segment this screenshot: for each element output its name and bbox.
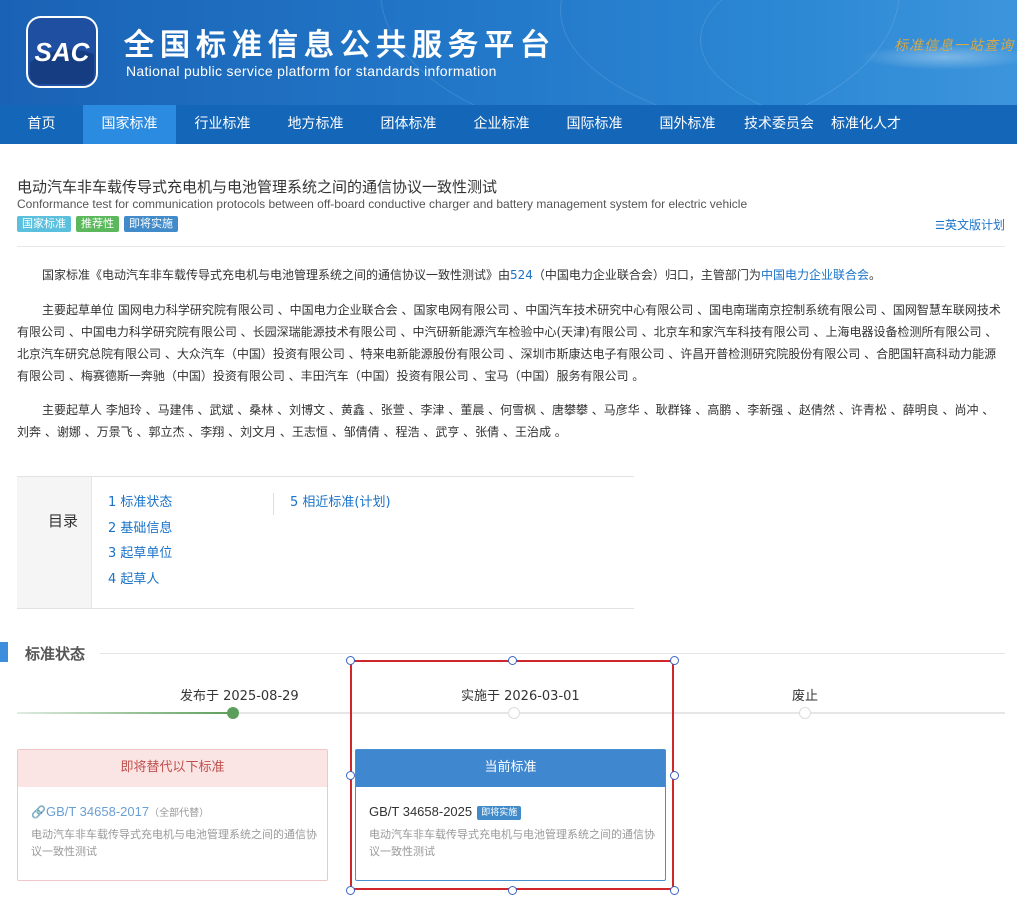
drafting-units-paragraph: 主要起草单位 国网电力科学研究院有限公司 、中国电力企业联合会 、国家电网有限公… <box>17 303 1001 383</box>
table-of-contents: 目录 1 标准状态 2 基础信息 3 起草单位 4 起草人 5 相近标准(计划) <box>17 476 634 609</box>
site-subtitle: National public service platform for sta… <box>126 63 497 79</box>
toc-item-drafters[interactable]: 4 起草人 <box>108 570 172 596</box>
nav-item-foreign-standard[interactable]: 国外标准 <box>641 105 734 144</box>
nav-item-industry-standard[interactable]: 行业标准 <box>176 105 269 144</box>
resize-handle-w[interactable] <box>345 770 355 780</box>
replaces-card-body: 🔗GB/T 34658-2017（全部代替） 电动汽车非车载传导式充电机与电池管… <box>18 787 327 860</box>
section-divider <box>100 653 1005 654</box>
nav-item-national-standard[interactable]: 国家标准 <box>83 105 176 144</box>
department-link[interactable]: 中国电力企业联合会 <box>761 268 869 282</box>
toc-item-basic-info[interactable]: 2 基础信息 <box>108 519 172 545</box>
replace-note: （全部代替） <box>149 808 210 819</box>
slogan-text: 标准信息一站查询 <box>894 38 1014 54</box>
resize-handle-e[interactable] <box>669 770 679 780</box>
tc-link[interactable]: 524 <box>510 268 533 282</box>
toc-separator <box>273 493 274 515</box>
replaces-card: 即将替代以下标准 🔗GB/T 34658-2017（全部代替） 电动汽车非车载传… <box>17 749 328 881</box>
intro-suffix: 。 <box>868 268 881 282</box>
timeline-dot-abolished <box>799 707 811 719</box>
main-nav: 首页 国家标准 行业标准 地方标准 团体标准 企业标准 国际标准 国外标准 技术… <box>0 105 1017 144</box>
site-title: 全国标准信息公共服务平台 <box>124 28 556 63</box>
timeline-progress <box>17 712 233 714</box>
nav-item-technical-committee[interactable]: 技术委员会 <box>734 105 824 144</box>
link-icon: 🔗 <box>31 805 46 819</box>
toc-item-similar-standards[interactable]: 5 相近标准(计划) <box>290 493 391 519</box>
toc-item-status[interactable]: 1 标准状态 <box>108 493 172 519</box>
resize-handle-se[interactable] <box>669 885 679 895</box>
resize-handle-nw[interactable] <box>345 655 355 665</box>
selection-box[interactable] <box>350 660 674 890</box>
nav-item-international-standard[interactable]: 国际标准 <box>548 105 641 144</box>
tag-recommended: 推荐性 <box>76 216 119 232</box>
resize-handle-sw[interactable] <box>345 885 355 895</box>
standard-title: 电动汽车非车载传导式充电机与电池管理系统之间的通信协议一致性测试 <box>17 178 498 196</box>
replaced-standard-code: GB/T 34658-2017 <box>45 804 150 819</box>
timeline-dot-published <box>227 707 239 719</box>
toc-header: 目录 <box>17 477 92 608</box>
replaced-standard-link[interactable]: 🔗GB/T 34658-2017（全部代替） <box>31 801 327 820</box>
toc-item-drafting-units[interactable]: 3 起草单位 <box>108 544 172 570</box>
standard-title-en: Conformance test for communication proto… <box>17 197 748 211</box>
intro-prefix: 国家标准《电动汽车非车载传导式充电机与电池管理系统之间的通信协议一致性测试》由 <box>42 268 511 282</box>
divider <box>17 246 1005 247</box>
replaces-card-title: 即将替代以下标准 <box>18 750 327 787</box>
status-section-title: 标准状态 <box>25 645 86 663</box>
english-version-link[interactable]: ☰英文版计划 <box>935 216 1005 233</box>
nav-item-home[interactable]: 首页 <box>0 105 83 144</box>
resize-handle-ne[interactable] <box>669 655 679 665</box>
drafters-paragraph: 主要起草人 李旭玲 、马建伟 、武斌 、桑林 、刘博文 、黄鑫 、张萱 、李津 … <box>17 403 995 439</box>
toc-column-2: 5 相近标准(计划) <box>290 493 391 519</box>
intro-middle: （中国电力企业联合会）归口，主管部门为 <box>532 268 761 282</box>
section-marker <box>0 642 8 662</box>
standard-tags: 国家标准 推荐性 即将实施 <box>17 216 178 232</box>
resize-handle-n[interactable] <box>507 655 517 665</box>
list-icon: ☰ <box>935 219 945 232</box>
nav-item-group-standard[interactable]: 团体标准 <box>362 105 455 144</box>
replaced-standard-desc: 电动汽车非车载传导式充电机与电池管理系统之间的通信协议一致性测试 <box>31 828 317 858</box>
resize-handle-s[interactable] <box>507 885 517 895</box>
timeline-label-abolished: 废止 <box>792 689 819 704</box>
header-banner: SAC 全国标准信息公共服务平台 National public service… <box>0 0 1017 105</box>
logo-text: SAC <box>35 37 91 67</box>
sac-logo[interactable]: SAC <box>26 16 98 88</box>
nav-item-local-standard[interactable]: 地方标准 <box>269 105 362 144</box>
nav-item-enterprise-standard[interactable]: 企业标准 <box>455 105 548 144</box>
intro-paragraph: 国家标准《电动汽车非车载传导式充电机与电池管理系统之间的通信协议一致性测试》由5… <box>17 264 1005 286</box>
toc-column-1: 1 标准状态 2 基础信息 3 起草单位 4 起草人 <box>108 493 172 595</box>
slogan: 标准信息一站查询 <box>860 32 1017 70</box>
tag-national-standard: 国家标准 <box>17 216 71 232</box>
nav-item-talent[interactable]: 标准化人才 <box>824 105 908 144</box>
toc-heading: 目录 <box>48 512 79 530</box>
english-version-label: 英文版计划 <box>944 218 1005 232</box>
timeline-label-published: 发布于 2025-08-29 <box>180 689 299 704</box>
tag-upcoming: 即将实施 <box>124 216 178 232</box>
